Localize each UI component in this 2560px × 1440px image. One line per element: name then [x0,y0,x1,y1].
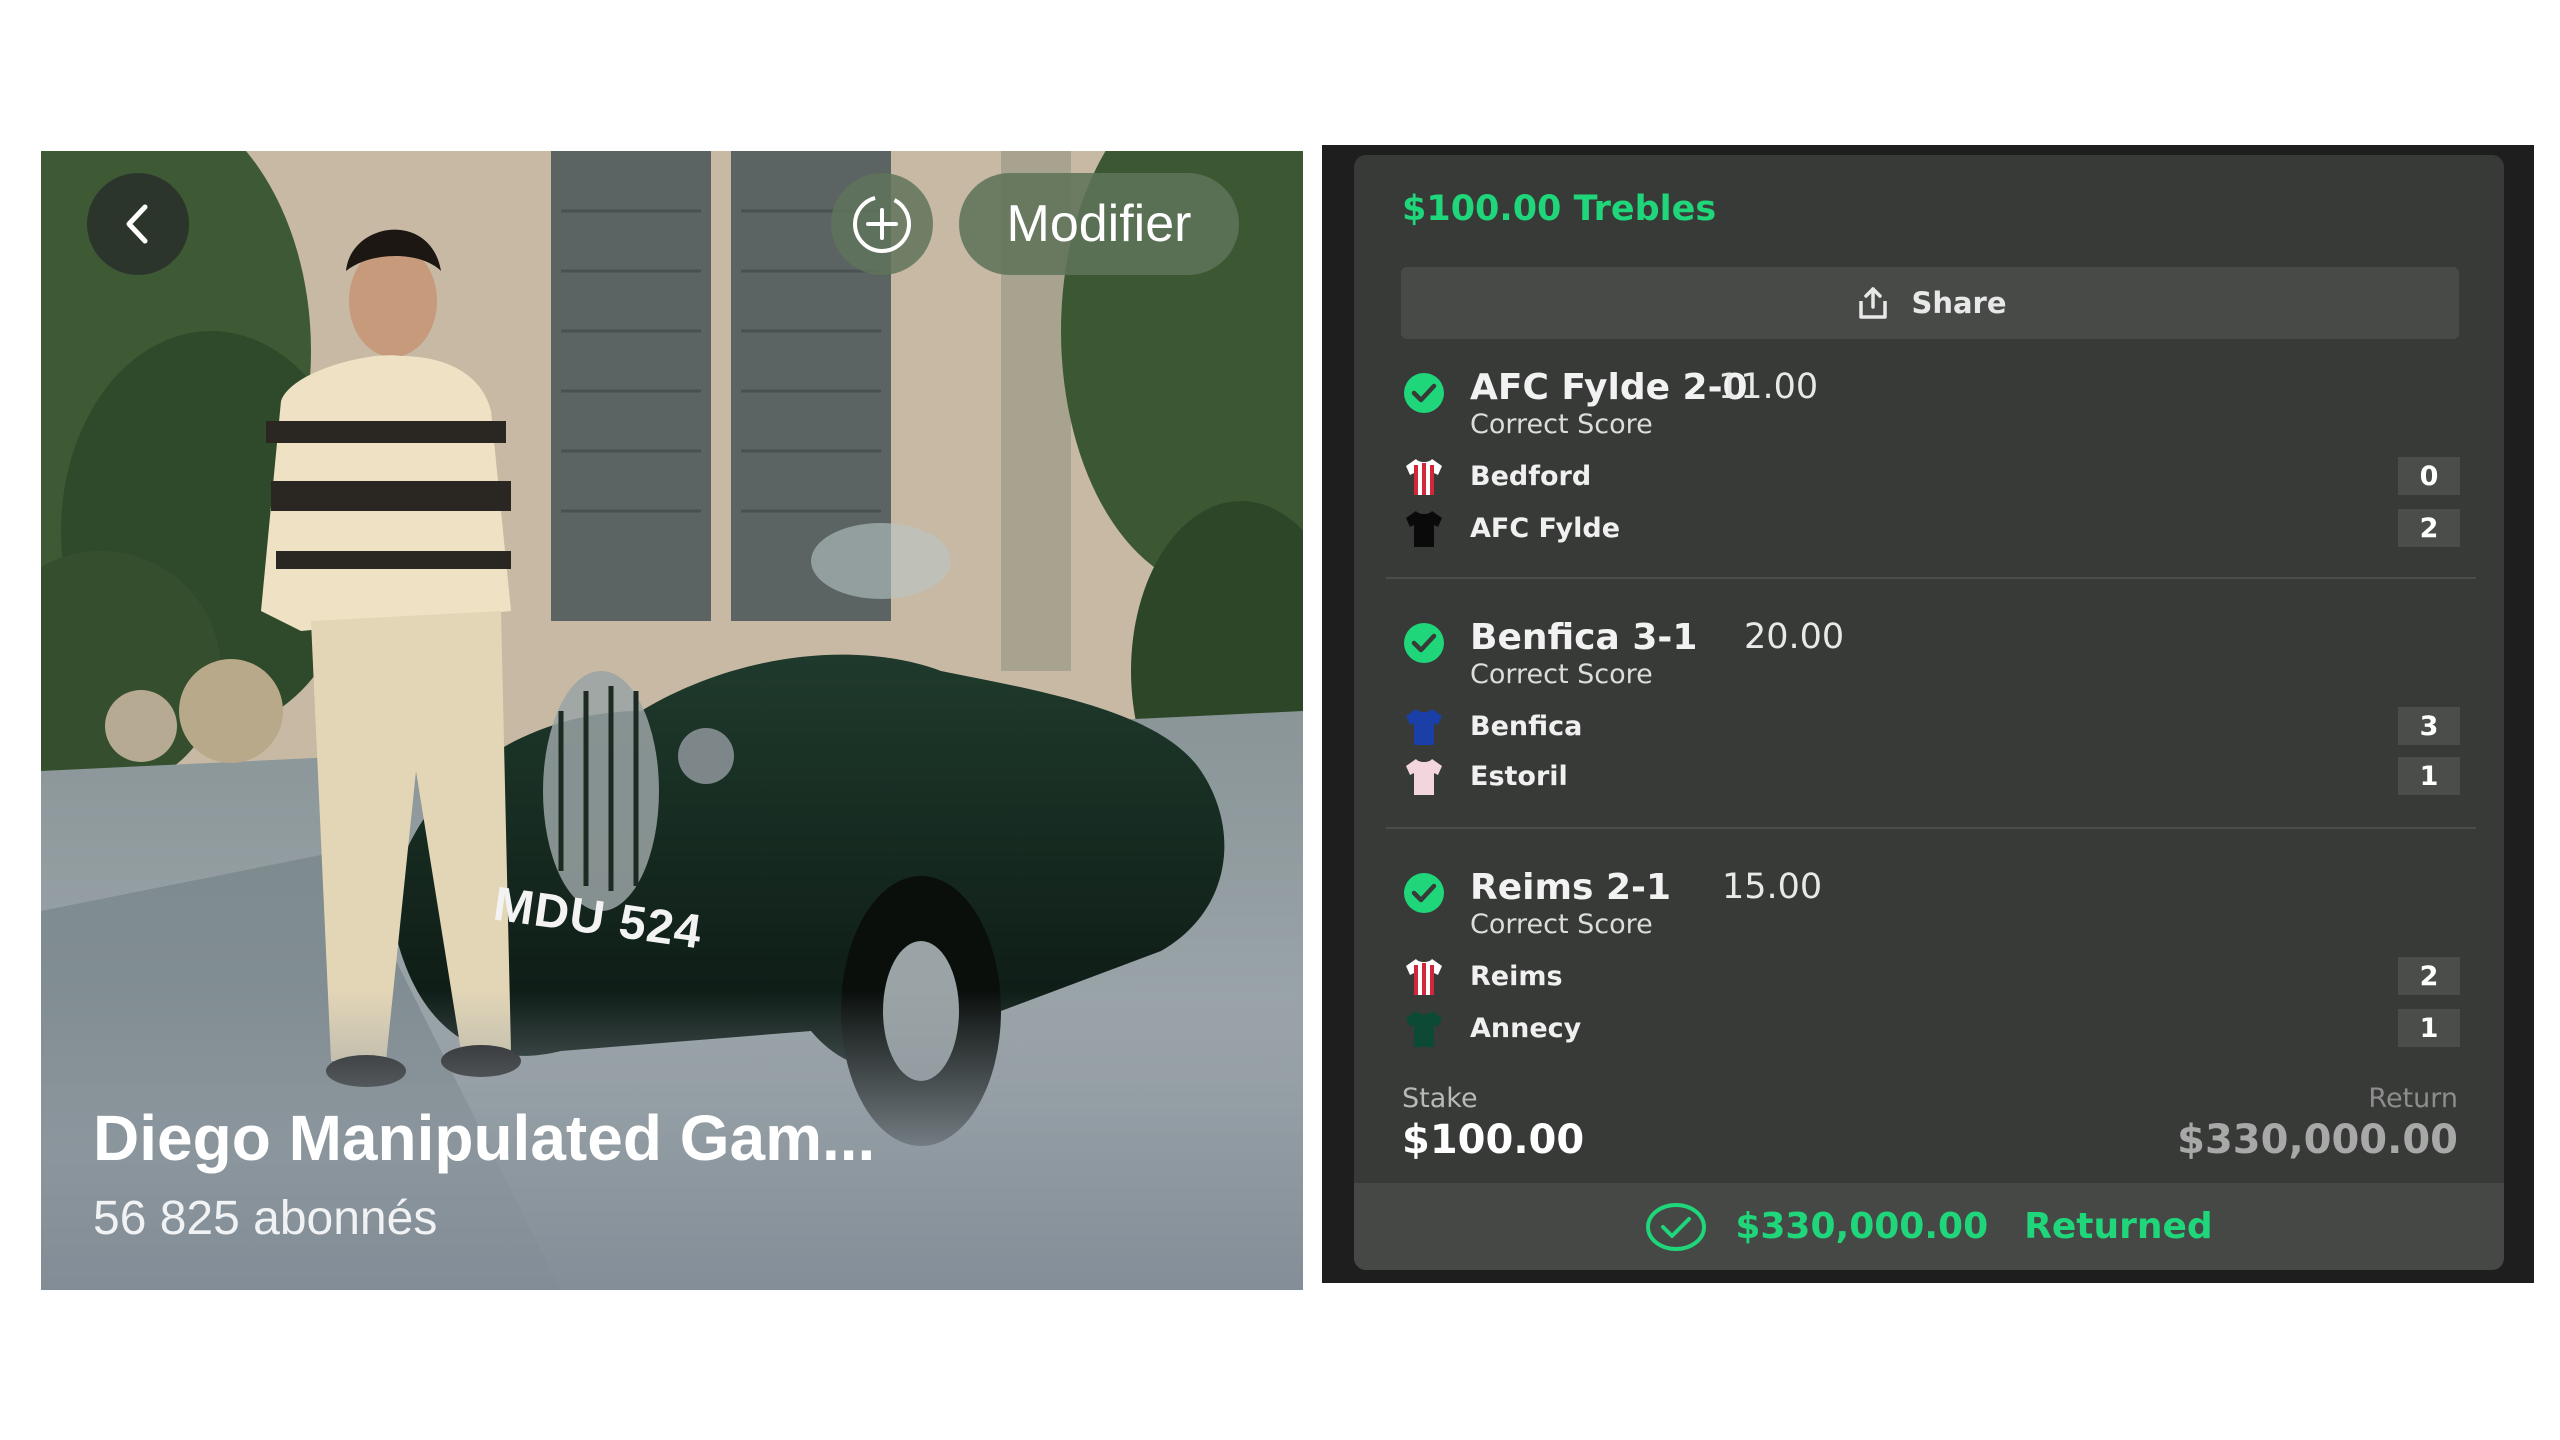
leg-selection: AFC Fylde 2-0 [1470,367,1748,408]
return-value: $330,000.00 [2177,1117,2458,1163]
leg-selection: Reims 2-1 [1470,867,1671,908]
returned-status-bar: $330,000.00 Returned [1354,1183,2504,1270]
leg-selection: Benfica 3-1 [1470,617,1698,658]
team-name: Reims [1470,961,1563,992]
shirt-icon [1406,459,1442,495]
subscriber-count: 56 825 abonnés [93,1192,438,1245]
add-button[interactable] [831,173,933,275]
leg-odds: 15.00 [1722,867,1823,907]
team-score: 1 [2398,1009,2460,1047]
share-button[interactable]: Share [1401,267,2459,339]
return-label: Return [2368,1083,2458,1114]
leg-market: Correct Score [1470,409,1653,440]
team-name: Benfica [1470,711,1583,742]
stake-value: $100.00 [1402,1117,1585,1163]
add-circle-icon [853,195,911,253]
group-header-card: MDU 524 Modifier Diego Manipulated Gam..… [41,151,1303,1290]
share-icon [1859,287,1888,319]
team-score: 0 [2398,457,2460,495]
share-label: Share [1911,286,2007,320]
team-score: 2 [2398,509,2460,547]
bet-slip: $100.00 Trebles Share AFC Fylde 2-0 11.0… [1354,155,2504,1270]
check-circle-outline-icon [1646,1202,1707,1251]
leg-market: Correct Score [1470,909,1653,940]
shirt-icon [1406,1011,1442,1047]
bet-title: $100.00 Trebles [1402,189,1717,229]
team-name: Annecy [1470,1013,1582,1044]
team-row: Annecy 1 [1402,1009,2460,1049]
team-row: Estoril 1 [1402,757,2460,797]
chevron-left-icon [126,204,148,244]
team-name: Bedford [1470,461,1592,492]
check-circle-icon [1404,873,1444,913]
team-name: AFC Fylde [1470,513,1621,544]
leg-divider [1386,577,2476,579]
team-score: 3 [2398,707,2460,745]
team-row: Bedford 0 [1402,457,2460,497]
team-name: Estoril [1470,761,1568,792]
modifier-button[interactable]: Modifier [959,173,1239,275]
shirt-icon [1406,511,1442,547]
check-circle-icon [1404,373,1444,413]
shirt-icon [1406,709,1442,745]
team-score: 1 [2398,757,2460,795]
leg-odds: 20.00 [1744,617,1845,657]
leg-market: Correct Score [1470,659,1653,690]
group-title: Diego Manipulated Gam... [93,1102,876,1174]
team-row: Reims 2 [1402,957,2460,997]
leg-odds: 11.00 [1718,367,1819,407]
back-button[interactable] [87,173,189,275]
team-row: AFC Fylde 2 [1402,509,2460,549]
shirt-icon [1406,759,1442,795]
leg-divider [1386,827,2476,829]
team-row: Benfica 3 [1402,707,2460,747]
team-score: 2 [2398,957,2460,995]
check-circle-icon [1404,623,1444,663]
bet-slip-frame: $100.00 Trebles Share AFC Fylde 2-0 11.0… [1322,145,2534,1283]
shirt-icon [1406,959,1442,995]
returned-label: Returned [2024,1206,2213,1247]
returned-amount: $330,000.00 [1735,1206,1989,1247]
stake-label: Stake [1402,1083,1478,1114]
